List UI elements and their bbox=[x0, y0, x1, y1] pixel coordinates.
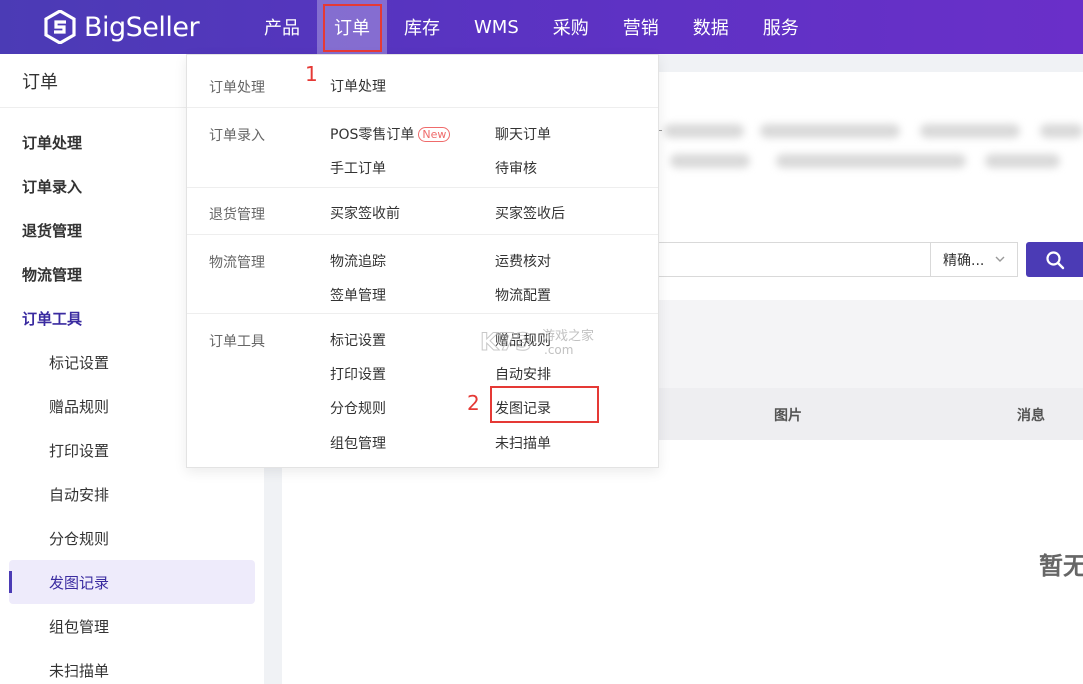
bigseller-logo-icon bbox=[44, 10, 76, 44]
menu-item-order-processing[interactable]: 订单处理 bbox=[330, 76, 386, 96]
menu-item-pos-orders[interactable]: POS零售订单 New bbox=[330, 124, 451, 144]
menu-item-after-receipt[interactable]: 买家签收后 bbox=[495, 203, 565, 223]
dropdown-section-label: 物流管理 bbox=[209, 255, 265, 271]
annotation-box-orders-tab bbox=[323, 4, 382, 52]
menu-item-logistics-tracking[interactable]: 物流追踪 bbox=[330, 251, 386, 271]
dropdown-section-returns: 退货管理 买家签收前 买家签收后 bbox=[187, 188, 658, 235]
dropdown-section-order-entry: 订单录入 POS零售订单 New 聊天订单 手工订单 待审核 bbox=[187, 108, 658, 188]
search-input[interactable] bbox=[640, 242, 931, 277]
menu-item-signing-management[interactable]: 签单管理 bbox=[330, 285, 386, 305]
annotation-number-2: 2 bbox=[467, 391, 480, 415]
menu-item-manual-orders[interactable]: 手工订单 bbox=[330, 158, 386, 178]
menu-item-mark-settings[interactable]: 标记设置 bbox=[330, 330, 386, 350]
match-mode-select[interactable]: 精确... bbox=[930, 242, 1018, 277]
annotation-box-image-records bbox=[490, 386, 599, 423]
dropdown-section-label: 退货管理 bbox=[209, 207, 265, 223]
nav-item-purchase[interactable]: 采购 bbox=[536, 0, 606, 54]
dropdown-section-label: 订单录入 bbox=[209, 128, 265, 144]
k73-watermark: K73 游戏之家 .com bbox=[480, 328, 595, 358]
nav-item-services[interactable]: 服务 bbox=[746, 0, 816, 54]
empty-state-text: 暂无 bbox=[1039, 552, 1083, 580]
top-navigation-bar: BigSeller 产品 订单 库存 WMS 采购 营销 数据 服务 bbox=[0, 0, 1083, 54]
new-badge: New bbox=[418, 127, 451, 142]
sidebar-item-warehouse-rules[interactable]: 分仓规则 bbox=[9, 516, 255, 560]
menu-item-print-settings[interactable]: 打印设置 bbox=[330, 364, 386, 384]
annotation-number-1: 1 bbox=[305, 62, 318, 86]
blurred-content bbox=[664, 124, 744, 138]
menu-item-package-management[interactable]: 组包管理 bbox=[330, 433, 386, 453]
dropdown-section-label: 订单工具 bbox=[209, 334, 265, 350]
nav-item-products[interactable]: 产品 bbox=[247, 0, 317, 54]
menu-item-warehouse-rules[interactable]: 分仓规则 bbox=[330, 398, 386, 418]
blurred-content bbox=[985, 154, 1060, 168]
blurred-content bbox=[1040, 124, 1083, 138]
watermark-logo-text: K73 bbox=[480, 328, 532, 356]
search-icon bbox=[1045, 250, 1064, 269]
blurred-content bbox=[760, 124, 900, 138]
menu-item-pending-review[interactable]: 待审核 bbox=[495, 158, 537, 178]
sidebar-item-image-records[interactable]: 发图记录 bbox=[9, 560, 255, 604]
menu-item-unscanned[interactable]: 未扫描单 bbox=[495, 433, 551, 453]
blurred-content bbox=[776, 154, 966, 168]
brand-name: BigSeller bbox=[84, 11, 200, 43]
column-header-message: 消息 bbox=[1017, 408, 1045, 424]
dropdown-section-order-processing: 订单处理 订单处理 bbox=[187, 55, 658, 108]
nav-item-inventory[interactable]: 库存 bbox=[387, 0, 457, 54]
blurred-content bbox=[920, 124, 1020, 138]
column-header-image: 图片 bbox=[774, 408, 802, 424]
watermark-domain: .com bbox=[544, 343, 573, 357]
menu-item-chat-orders[interactable]: 聊天订单 bbox=[495, 124, 551, 144]
search-button[interactable] bbox=[1026, 242, 1083, 277]
menu-item-logistics-config[interactable]: 物流配置 bbox=[495, 285, 551, 305]
nav-item-wms[interactable]: WMS bbox=[457, 0, 536, 54]
match-mode-value: 精确... bbox=[943, 252, 985, 269]
blurred-content bbox=[670, 154, 750, 168]
chevron-down-icon bbox=[995, 256, 1005, 262]
sidebar-item-unscanned[interactable]: 未扫描单 bbox=[9, 648, 255, 684]
nav-item-data[interactable]: 数据 bbox=[676, 0, 746, 54]
menu-item-auto-arrange[interactable]: 自动安排 bbox=[495, 364, 551, 384]
sidebar-item-package-management[interactable]: 组包管理 bbox=[9, 604, 255, 648]
sidebar-item-auto-arrange[interactable]: 自动安排 bbox=[9, 472, 255, 516]
dropdown-section-label: 订单处理 bbox=[209, 80, 265, 96]
menu-item-freight-check[interactable]: 运费核对 bbox=[495, 251, 551, 271]
menu-item-before-receipt[interactable]: 买家签收前 bbox=[330, 203, 400, 223]
nav-item-marketing[interactable]: 营销 bbox=[606, 0, 676, 54]
watermark-subtitle: 游戏之家 bbox=[542, 328, 594, 344]
menu-item-label: POS零售订单 bbox=[330, 127, 415, 143]
brand-logo[interactable]: BigSeller bbox=[44, 9, 200, 45]
dropdown-section-logistics: 物流管理 物流追踪 运费核对 签单管理 物流配置 bbox=[187, 235, 658, 314]
